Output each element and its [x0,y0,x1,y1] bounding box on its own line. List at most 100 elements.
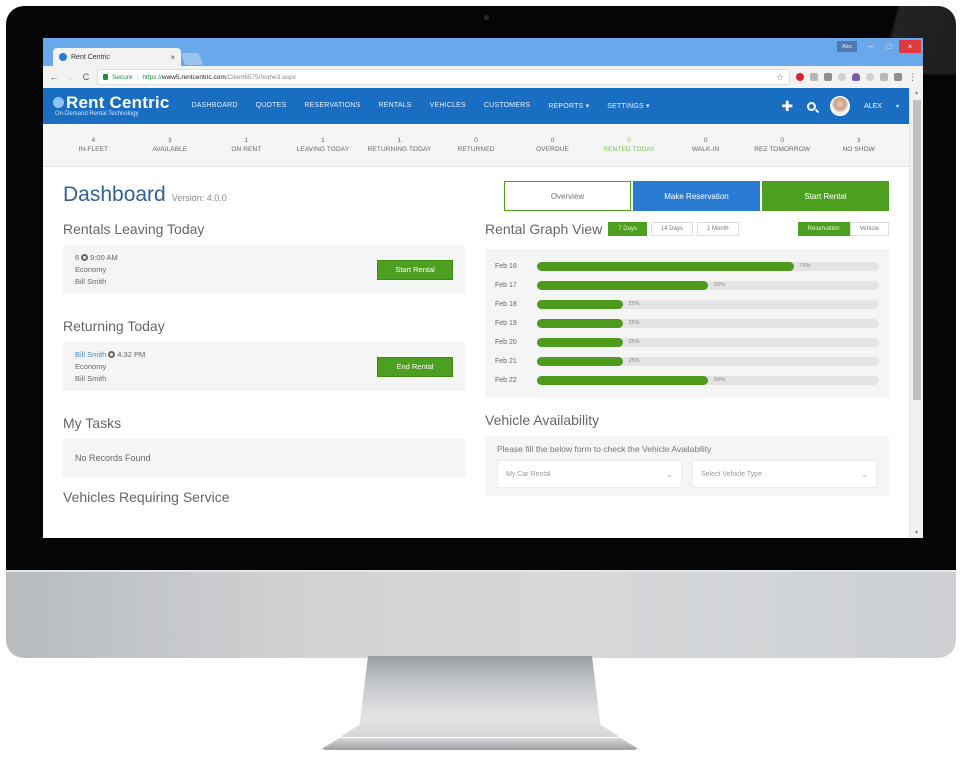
extension-icons: ⋮ [796,72,917,83]
url-host: www5.rentcentric.com [161,73,226,81]
scroll-thumb[interactable] [913,100,921,400]
search-icon[interactable] [807,101,817,111]
bar[interactable] [537,338,623,347]
bar[interactable] [537,262,794,271]
vehicle-type-select-value: Select Vehicle Type [701,470,762,478]
vehicle-type-select[interactable]: Select Vehicle Type ⌄ [692,460,877,488]
avatar[interactable] [830,96,851,116]
range-14-days[interactable]: 14 Days [650,222,693,236]
stat-rented-today[interactable]: 0 RENTED TODAY [591,137,668,153]
stat-no-show[interactable]: 3 NO SHOW [820,137,897,153]
returning-today-title: Returning Today [63,318,165,334]
scroll-down-icon[interactable]: ▼ [914,530,919,536]
stat-value: 0 [627,137,631,144]
range-7-days[interactable]: 7 Days [608,222,647,236]
nav-reports[interactable]: REPORTS ▾ [548,102,589,110]
address-bar[interactable]: Secure | https://www5.rentcentric.com/Cl… [97,69,790,85]
user-menu[interactable]: ALEX [864,103,882,110]
bar-row: Feb 19 25% [495,314,879,333]
stat-rez-tomorrow[interactable]: 0 REZ TOMORROW [744,137,821,153]
returning-rental-card: Bill Smith 4:32 PM Economy Bill Smith En… [63,342,465,391]
nav-right: ✚ ALEX ▾ [781,96,899,116]
stat-returned[interactable]: 0 RETURNED [438,137,515,153]
page-title-row: Dashboard Version: 4.0.0 [63,183,465,207]
start-rental-action-button[interactable]: Start Rental [762,181,889,211]
stat-leaving-today[interactable]: 1 LEAVING TODAY [285,137,362,153]
stat-label: WALK-IN [691,146,720,153]
customer-link[interactable]: Bill Smith [75,350,106,359]
bar[interactable] [537,281,708,290]
lock-icon [103,74,108,80]
nav-vehicles[interactable]: VEHICLES [430,102,466,110]
opera-extension-icon[interactable] [796,73,804,81]
availability-instructions: Please fill the below form to check the … [497,444,712,454]
bar[interactable] [537,319,623,328]
nav-dashboard[interactable]: DASHBOARD [191,102,237,110]
stat-overdue[interactable]: 0 OVERDUE [514,137,591,153]
browser-tab[interactable]: Rent Centric × [53,48,181,66]
nav-quotes[interactable]: QUOTES [256,102,287,110]
stat-label: OVERDUE [536,146,569,153]
mode-vehicle[interactable]: Vehicle [849,222,889,236]
stat-returning-today[interactable]: 1 RETURNING TODAY [361,137,438,153]
bar-value-label: 25% [628,301,640,307]
nav-rentals[interactable]: RENTALS [379,102,412,110]
extension-icon[interactable] [810,73,818,81]
camera-extension-icon[interactable] [880,73,888,81]
stat-on-rent[interactable]: 1 ON RENT [208,137,285,153]
top-navigation: Rent Centric On-Demand Rental Technology… [43,88,909,124]
nav-settings[interactable]: SETTINGS ▾ [607,102,649,110]
stat-label: RENTED TODAY [603,146,655,153]
chevron-down-icon[interactable]: ▾ [896,103,899,110]
new-tab-button[interactable] [180,53,204,65]
stat-available[interactable]: 3 AVAILABLE [132,137,209,153]
location-select[interactable]: My Car Rental ⌄ [497,460,682,488]
overview-button[interactable]: Overview [504,181,631,211]
secure-label: Secure [112,73,133,81]
browser-menu-icon[interactable]: ⋮ [908,72,917,83]
bar[interactable] [537,300,623,309]
close-window-button[interactable]: × [899,40,921,53]
location-select-value: My Car Rental [506,470,551,478]
bookmark-star-icon[interactable]: ☆ [776,72,784,83]
extension-icon[interactable] [838,73,846,81]
nav-customers[interactable]: CUSTOMERS [484,102,530,110]
stat-value: 0 [474,137,478,144]
maximize-button[interactable]: □ [879,40,899,53]
logo-text: Rent Centric [66,92,170,112]
mode-reservation[interactable]: Reservation [797,222,850,236]
extension-icon[interactable] [824,73,832,81]
stat-label: LEAVING TODAY [296,146,350,153]
rental-id: 6 [75,253,80,262]
bar[interactable] [537,357,623,366]
extension-icon[interactable] [852,73,860,81]
stat-walk-in[interactable]: 0 WALK-IN [667,137,744,153]
page-scrollbar[interactable]: ▲ ▼ [909,88,923,538]
stat-in-fleet[interactable]: 4 IN-FLEET [55,137,132,153]
stat-value: 1 [321,137,325,144]
bar-row: Feb 17 50% [495,276,879,295]
nav-reservations[interactable]: RESERVATIONS [304,102,360,110]
minimize-button[interactable]: – [861,40,881,53]
range-1-month[interactable]: 1 Month [696,222,739,236]
dashboard-content: Dashboard Version: 4.0.0 Rentals Leaving… [43,167,909,513]
stat-label: AVAILABLE [152,146,188,153]
end-rental-button[interactable]: End Rental [377,356,453,377]
profile-badge[interactable]: Alex [837,41,857,52]
extension-icon[interactable] [866,73,874,81]
extension-icon[interactable] [894,73,902,81]
nav-menu: DASHBOARD QUOTES RESERVATIONS RENTALS VE… [191,102,781,110]
forward-icon[interactable]: → [65,72,75,82]
reload-icon[interactable]: C [81,72,91,82]
logo[interactable]: Rent Centric On-Demand Rental Technology [53,92,170,118]
scroll-up-icon[interactable]: ▲ [914,90,919,96]
tab-close-icon[interactable]: × [170,53,175,62]
back-icon[interactable]: ← [49,72,59,82]
bar-category-label: Feb 20 [495,339,517,346]
bar[interactable] [537,376,708,385]
plus-icon[interactable]: ✚ [781,98,793,115]
bar-track: 75% [537,262,879,271]
make-reservation-button[interactable]: Make Reservation [633,181,760,211]
customer-name: Bill Smith [75,374,107,383]
start-rental-button[interactable]: Start Rental [377,259,453,280]
